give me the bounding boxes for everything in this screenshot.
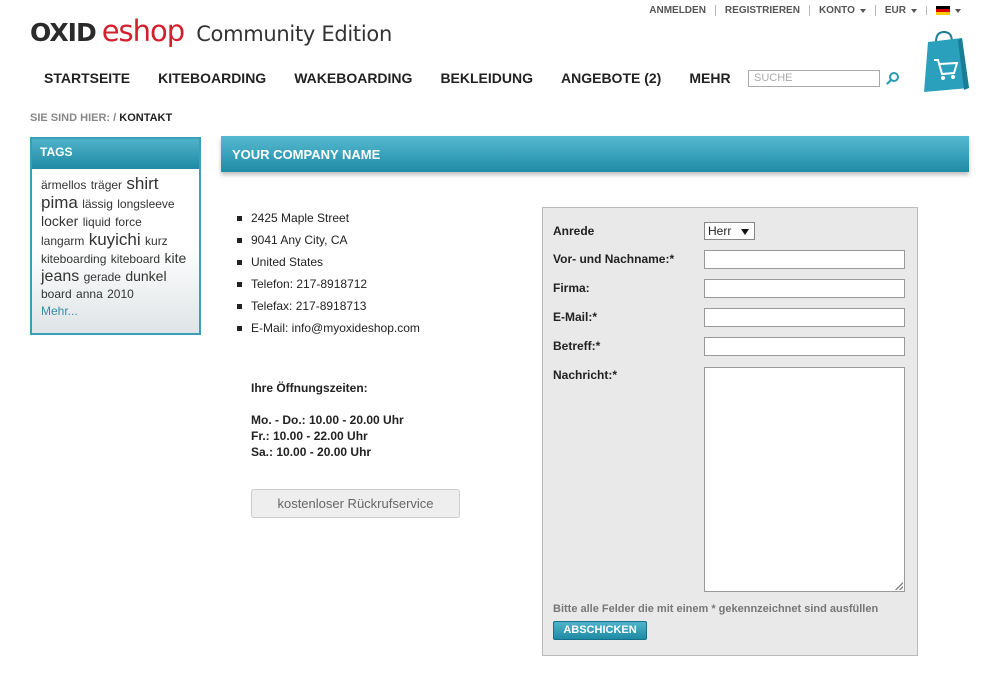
- main-navigation: STARTSEITE KITEBOARDING WAKEBOARDING BEK…: [30, 70, 745, 86]
- tag-link[interactable]: langarm: [41, 234, 84, 248]
- tag-link[interactable]: ärmellos: [41, 178, 86, 192]
- list-item: Telefax: 217-8918713: [237, 298, 420, 320]
- opening-hours-line: Mo. - Do.: 10.00 - 20.00 Uhr: [251, 413, 404, 427]
- chevron-down-icon: [859, 8, 866, 13]
- salutation-select[interactable]: Herr: [704, 222, 755, 240]
- tag-link[interactable]: kurz: [145, 234, 168, 248]
- company-label: Firma:: [553, 281, 590, 295]
- page-title: YOUR COMPANY NAME: [221, 136, 969, 172]
- tag-link[interactable]: träger: [91, 178, 122, 192]
- service-menu: ANMELDEN REGISTRIEREN KONTO EUR: [640, 5, 970, 16]
- tag-link[interactable]: board: [41, 287, 72, 301]
- nav-item-angebote[interactable]: ANGEBOTE (2): [547, 70, 675, 86]
- account-dropdown[interactable]: KONTO: [808, 5, 875, 16]
- company-field[interactable]: [704, 279, 905, 298]
- salutation-label: Anrede: [553, 224, 595, 238]
- dropdown-arrow-icon: [741, 229, 749, 235]
- email-field[interactable]: [704, 308, 905, 327]
- opening-hours-title: Ihre Öffnungszeiten:: [251, 381, 368, 395]
- required-fields-note: Bitte alle Felder die mit einem * gekenn…: [553, 603, 879, 615]
- nav-item-kiteboarding[interactable]: KITEBOARDING: [144, 70, 280, 86]
- tag-link[interactable]: jeans: [41, 268, 79, 285]
- tag-link[interactable]: longsleeve: [117, 197, 174, 211]
- tag-link[interactable]: gerade: [84, 270, 121, 284]
- logo-edition-text: Community Edition: [196, 22, 392, 46]
- shop-logo[interactable]: OXID eshop Community Edition: [30, 14, 392, 48]
- tag-link[interactable]: kite: [164, 250, 186, 266]
- list-item: E-Mail: info@myoxideshop.com: [237, 320, 420, 342]
- tag-link[interactable]: shirt: [126, 174, 158, 193]
- logo-oxid-text: OXID: [30, 18, 97, 47]
- tag-link[interactable]: kiteboarding: [41, 252, 106, 266]
- list-item: Telefon: 217-8918712: [237, 276, 420, 298]
- register-link[interactable]: REGISTRIEREN: [714, 5, 809, 16]
- list-item: 9041 Any City, CA: [237, 232, 420, 254]
- nav-item-wakeboarding[interactable]: WAKEBOARDING: [280, 70, 426, 86]
- tag-link[interactable]: kiteboard: [111, 252, 160, 266]
- tags-box: TAGS ärmellos träger shirt pima lässig l…: [30, 137, 201, 335]
- callback-service-button[interactable]: kostenloser Rückrufservice: [251, 489, 460, 518]
- salutation-value: Herr: [708, 224, 732, 238]
- opening-hours-line: Fr.: 10.00 - 22.00 Uhr: [251, 429, 368, 443]
- tags-title: TAGS: [32, 139, 199, 169]
- logo-eshop-text: eshop: [101, 14, 185, 48]
- nav-item-mehr[interactable]: MEHR: [675, 70, 744, 86]
- search-input[interactable]: SUCHE: [748, 70, 880, 87]
- tag-cloud: ärmellos träger shirt pima lässig longsl…: [32, 169, 199, 326]
- address-list: 2425 Maple Street 9041 Any City, CA Unit…: [237, 210, 420, 342]
- breadcrumb: SIE SIND HIER: / KONTAKT: [30, 112, 172, 124]
- tag-link[interactable]: lässig: [82, 197, 113, 211]
- nav-item-bekleidung[interactable]: BEKLEIDUNG: [426, 70, 547, 86]
- resize-handle-icon[interactable]: [895, 582, 903, 590]
- name-label: Vor- und Nachname:*: [553, 252, 675, 266]
- tag-link[interactable]: anna: [76, 287, 103, 301]
- shopping-bag-icon[interactable]: [920, 30, 970, 94]
- tag-link[interactable]: kuyichi: [89, 230, 141, 249]
- currency-dropdown[interactable]: EUR: [874, 5, 926, 16]
- tag-link[interactable]: liquid: [83, 215, 111, 229]
- list-item: United States: [237, 254, 420, 276]
- tag-link[interactable]: pima: [41, 193, 78, 212]
- message-label: Nachricht:*: [553, 368, 618, 382]
- nav-item-startseite[interactable]: STARTSEITE: [30, 70, 144, 86]
- breadcrumb-prefix: SIE SIND HIER: /: [30, 112, 117, 124]
- email-label: E-Mail:*: [553, 310, 598, 324]
- subject-field[interactable]: [704, 337, 905, 356]
- message-textarea[interactable]: [704, 367, 905, 592]
- tag-link[interactable]: force: [115, 215, 142, 229]
- language-dropdown[interactable]: [926, 6, 970, 15]
- chevron-down-icon: [955, 8, 961, 13]
- german-flag-icon: [936, 6, 950, 15]
- breadcrumb-current: KONTAKT: [119, 112, 173, 124]
- tag-link[interactable]: dunkel: [125, 268, 166, 284]
- tags-more-link[interactable]: Mehr...: [41, 303, 189, 320]
- chevron-down-icon: [911, 8, 917, 13]
- subject-label: Betreff:*: [553, 339, 601, 353]
- submit-button[interactable]: ABSCHICKEN: [553, 621, 647, 640]
- contact-form: Anrede Herr Vor- und Nachname:* Firma: E…: [542, 207, 918, 656]
- name-field[interactable]: [704, 250, 905, 269]
- list-item: 2425 Maple Street: [237, 210, 420, 232]
- opening-hours-line: Sa.: 10.00 - 20.00 Uhr: [251, 445, 372, 459]
- search-icon[interactable]: [886, 71, 900, 85]
- opening-hours: Ihre Öffnungszeiten: Mo. - Do.: 10.00 - …: [251, 380, 404, 460]
- tag-link[interactable]: locker: [41, 213, 78, 229]
- login-link[interactable]: ANMELDEN: [640, 5, 715, 16]
- tag-link[interactable]: 2010: [107, 287, 134, 301]
